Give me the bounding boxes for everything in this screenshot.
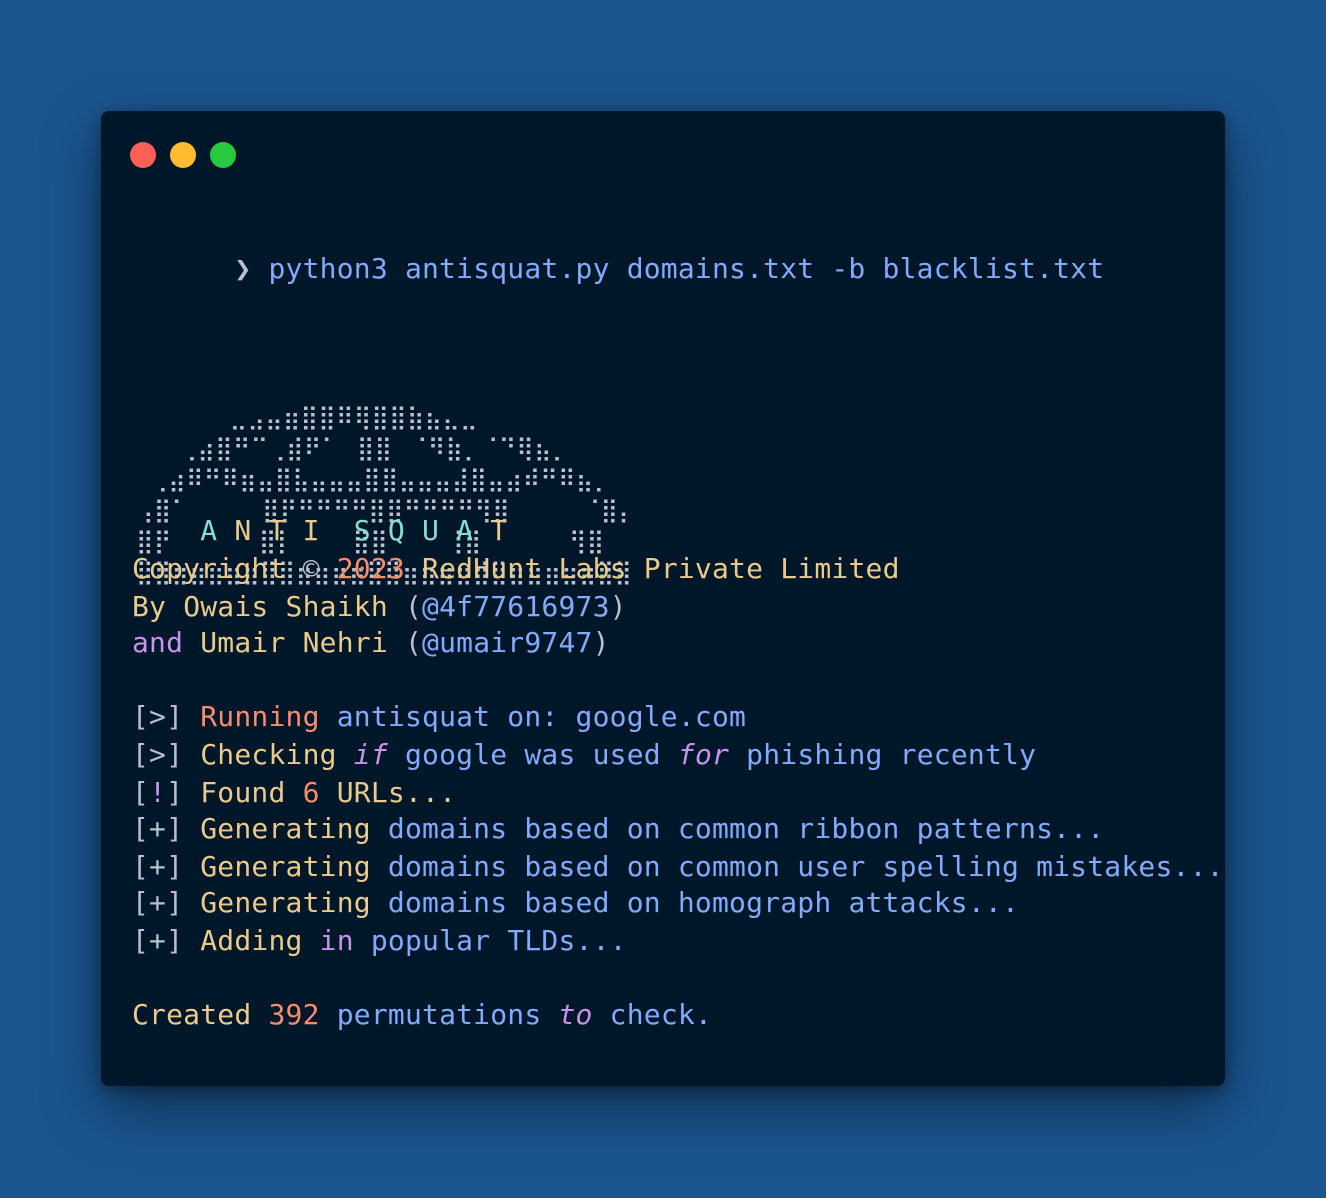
- window-controls: [130, 142, 236, 168]
- banner-title: A N T I S Q U A T: [200, 514, 508, 547]
- minimize-button[interactable]: [170, 142, 196, 168]
- summary-line: Created 392 permutations to check.: [132, 998, 713, 1031]
- author-line: and Umair Nehri (@umair9747): [132, 626, 610, 659]
- log-line-checking: [>] Checking if google was used for phis…: [132, 738, 1037, 771]
- log-line-tlds: [+] Adding in popular TLDs...: [132, 924, 627, 957]
- ascii-logo-row: ⢀⣴⠿⠛⠿⣶⣤⣿⣧⣤⣤⣤⣿⣿⣤⣤⣤⣼⣿⣤⣴⠾⠛⠿⣦⡀: [136, 465, 612, 493]
- prompt-chevron-icon: ❯: [234, 252, 252, 285]
- log-line-ribbon: [+] Generating domains based on common r…: [132, 812, 1105, 845]
- log-line-homograph: [+] Generating domains based on homograp…: [132, 886, 1020, 919]
- close-button[interactable]: [130, 142, 156, 168]
- ascii-logo-row: ⠀⠀⣀⣠⣤⣶⣿⣿⠿⢿⣿⣿⣷⣦⣄⣀⠀⠀: [136, 403, 514, 431]
- ascii-logo-row: ⢀⣴⣿⠛⠉⢀⣾⠟⠁⠀⣿⣿⠀⠈⠻⣷⡀⠈⠙⢿⣦⡀: [136, 434, 570, 462]
- zoom-button[interactable]: [210, 142, 236, 168]
- command-text: python3 antisquat.py domains.txt -b blac…: [268, 252, 1105, 285]
- log-line-found: [!] Found 6 URLs...: [132, 776, 457, 809]
- author-handle: @umair9747: [422, 626, 593, 659]
- copyright-line: Copyright © 2023 RedHunt Labs Private Li…: [132, 552, 900, 585]
- log-line-running: [>] Running antisquat on: google.com: [132, 700, 747, 733]
- terminal-window: ❯ python3 antisquat.py domains.txt -b bl…: [101, 111, 1225, 1086]
- author-line: By Owais Shaikh (@4f77616973): [132, 590, 627, 623]
- copyright-symbol: ©: [302, 552, 320, 585]
- author-handle: @4f77616973: [422, 590, 610, 623]
- command-line: ❯ python3 antisquat.py domains.txt -b bl…: [132, 215, 1104, 323]
- log-line-spelling: [+] Generating domains based on common u…: [132, 850, 1224, 883]
